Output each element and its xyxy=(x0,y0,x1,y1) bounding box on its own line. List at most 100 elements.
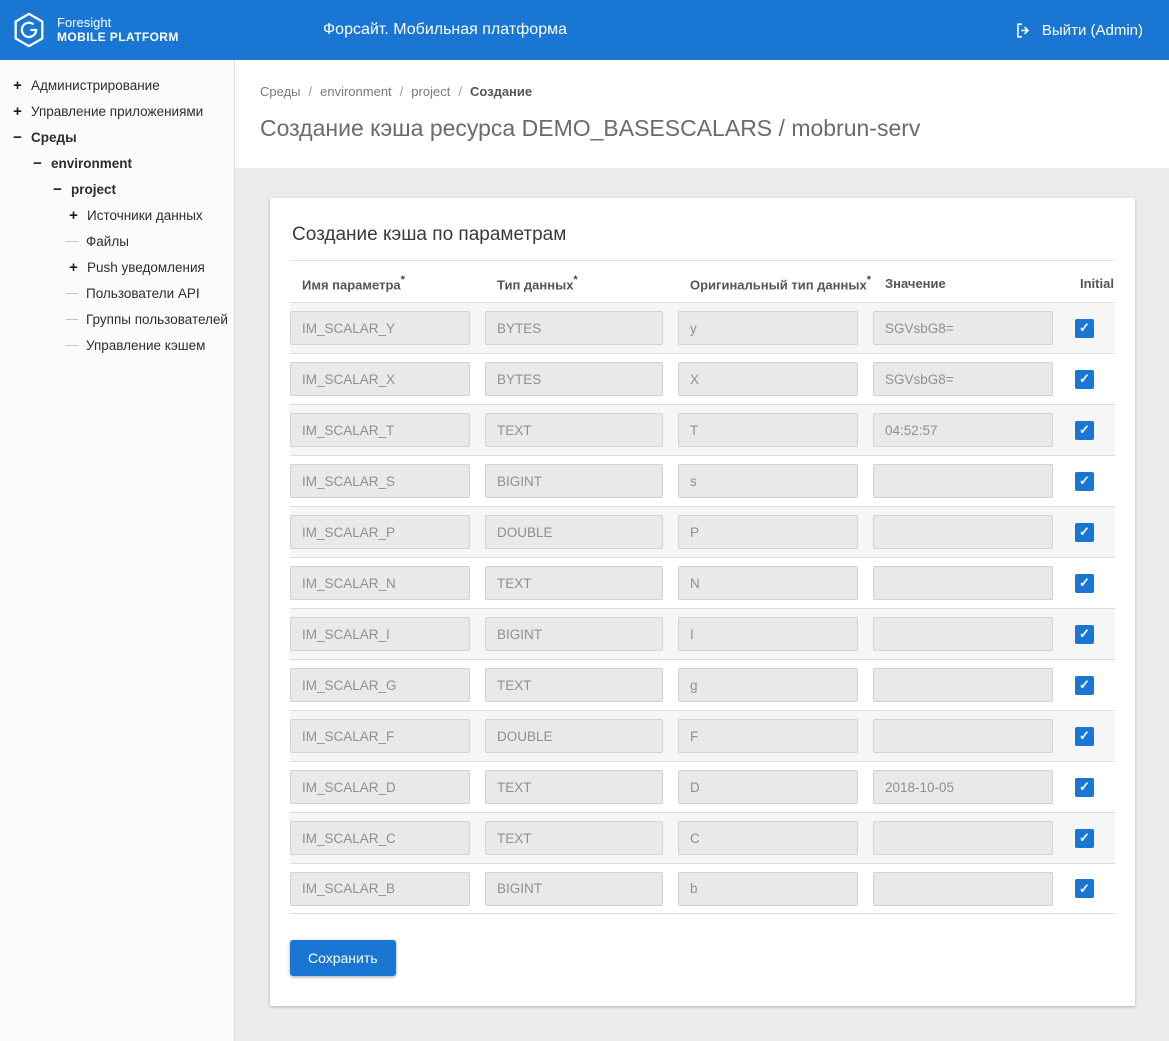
breadcrumb-item: Создание xyxy=(470,84,532,99)
param-name-input xyxy=(290,464,470,498)
breadcrumb-separator: / xyxy=(458,84,462,99)
table-row: ✓ xyxy=(290,659,1115,710)
logout-label: Выйти (Admin) xyxy=(1042,22,1143,39)
original-type-input xyxy=(678,821,858,855)
navigation-tree: + Администрирование +Управление приложения… xyxy=(8,72,234,358)
param-name-input xyxy=(290,872,470,906)
sidebar-item-label: Файлы xyxy=(86,234,129,249)
table-row: ✓ xyxy=(290,404,1115,455)
sidebar-item-push-notifications[interactable]: +Push уведомления xyxy=(8,254,234,280)
required-asterisk: * xyxy=(867,274,871,286)
collapse-icon[interactable]: − xyxy=(30,155,45,172)
original-type-input xyxy=(678,362,858,396)
sidebar-item-label: Администрирование xyxy=(31,78,160,93)
original-type-input xyxy=(678,872,858,906)
table-row: ✓ xyxy=(290,710,1115,761)
data-type-input xyxy=(485,362,663,396)
param-name-input xyxy=(290,668,470,702)
initial-checkbox[interactable]: ✓ xyxy=(1075,421,1094,440)
breadcrumb-item[interactable]: Среды xyxy=(260,84,301,99)
param-name-input xyxy=(290,311,470,345)
main-content: Среды/environment/project/Создание Созда… xyxy=(235,60,1169,1041)
sidebar-item-project[interactable]: −project xyxy=(8,176,234,202)
table-row: ✓ xyxy=(290,506,1115,557)
param-name-input xyxy=(290,566,470,600)
table-row: ✓ xyxy=(290,302,1115,353)
collapse-icon[interactable]: − xyxy=(50,181,65,198)
table-row: ✓ xyxy=(290,812,1115,863)
initial-checkbox[interactable]: ✓ xyxy=(1075,319,1094,338)
value-input xyxy=(873,464,1053,498)
initial-checkbox[interactable]: ✓ xyxy=(1075,829,1094,848)
table-row: ✓ xyxy=(290,455,1115,506)
initial-checkbox[interactable]: ✓ xyxy=(1075,778,1094,797)
table-row: ✓ xyxy=(290,863,1115,914)
data-type-input xyxy=(485,821,663,855)
sidebar-item-administration[interactable]: + Администрирование xyxy=(8,72,234,98)
expand-icon[interactable]: + xyxy=(10,77,25,94)
data-type-input xyxy=(485,566,663,600)
breadcrumb-separator: / xyxy=(400,84,404,99)
sidebar: + Администрирование +Управление приложения… xyxy=(0,60,235,1041)
sidebar-item-label: Среды xyxy=(31,130,77,145)
param-name-input xyxy=(290,362,470,396)
value-input xyxy=(873,770,1053,804)
sidebar-item-user-groups[interactable]: Группы пользователей xyxy=(8,306,234,332)
original-type-input xyxy=(678,464,858,498)
initial-checkbox[interactable]: ✓ xyxy=(1075,472,1094,491)
foresight-logo-icon xyxy=(10,11,48,49)
sidebar-item-label: environment xyxy=(51,156,132,171)
value-input xyxy=(873,311,1053,345)
value-input xyxy=(873,515,1053,549)
brand-name: Foresight xyxy=(57,16,179,31)
column-header: Значение xyxy=(873,276,1053,291)
card-title: Создание кэша по параметрам xyxy=(290,220,1115,261)
sidebar-item-cache-management[interactable]: Управление кэшем xyxy=(8,332,234,358)
collapse-icon[interactable]: − xyxy=(10,129,25,146)
sidebar-item-api-users[interactable]: Пользователи API xyxy=(8,280,234,306)
brand-text: Foresight MOBILE PLATFORM xyxy=(57,16,179,45)
column-header: Тип данных* xyxy=(485,275,663,292)
initial-checkbox[interactable]: ✓ xyxy=(1075,676,1094,695)
page-title: Создание кэша ресурса DEMO_BASESCALARS /… xyxy=(260,115,1144,142)
value-input xyxy=(873,719,1053,753)
param-name-input xyxy=(290,515,470,549)
initial-checkbox[interactable]: ✓ xyxy=(1075,625,1094,644)
value-input xyxy=(873,668,1053,702)
breadcrumb-item[interactable]: project xyxy=(411,84,450,99)
original-type-input xyxy=(678,566,858,600)
original-type-input xyxy=(678,770,858,804)
initial-checkbox[interactable]: ✓ xyxy=(1075,370,1094,389)
data-type-input xyxy=(485,617,663,651)
data-type-input xyxy=(485,719,663,753)
initial-checkbox[interactable]: ✓ xyxy=(1075,879,1094,898)
tree-connector xyxy=(66,319,78,320)
brand: Foresight MOBILE PLATFORM xyxy=(10,11,179,49)
brand-subtitle: MOBILE PLATFORM xyxy=(57,31,179,45)
data-type-input xyxy=(485,668,663,702)
expand-icon[interactable]: + xyxy=(10,103,25,120)
sidebar-item-files[interactable]: Файлы xyxy=(8,228,234,254)
data-type-input xyxy=(485,413,663,447)
content-area: Создание кэша по параметрам Имя параметр… xyxy=(235,168,1169,1041)
app-header: Foresight MOBILE PLATFORM Форсайт. Мобил… xyxy=(0,0,1169,60)
table-header-row: Имя параметра*Тип данных*Оригинальный ти… xyxy=(290,261,1115,302)
sidebar-item-app-management[interactable]: +Управление приложениями xyxy=(8,98,234,124)
value-input xyxy=(873,362,1053,396)
sidebar-item-environment[interactable]: −environment xyxy=(8,150,234,176)
breadcrumb-item[interactable]: environment xyxy=(320,84,392,99)
app-title: Форсайт. Мобильная платформа xyxy=(323,21,567,39)
sidebar-item-environments[interactable]: −Среды xyxy=(8,124,234,150)
save-button[interactable]: Сохранить xyxy=(290,940,396,976)
initial-checkbox[interactable]: ✓ xyxy=(1075,523,1094,542)
logout-button[interactable]: Выйти (Admin) xyxy=(1014,21,1143,40)
breadcrumb: Среды/environment/project/Создание xyxy=(260,84,1144,99)
param-name-input xyxy=(290,413,470,447)
initial-checkbox[interactable]: ✓ xyxy=(1075,574,1094,593)
value-input xyxy=(873,617,1053,651)
param-name-input xyxy=(290,617,470,651)
expand-icon[interactable]: + xyxy=(66,259,81,276)
expand-icon[interactable]: + xyxy=(66,207,81,224)
initial-checkbox[interactable]: ✓ xyxy=(1075,727,1094,746)
sidebar-item-data-sources[interactable]: +Источники данных xyxy=(8,202,234,228)
